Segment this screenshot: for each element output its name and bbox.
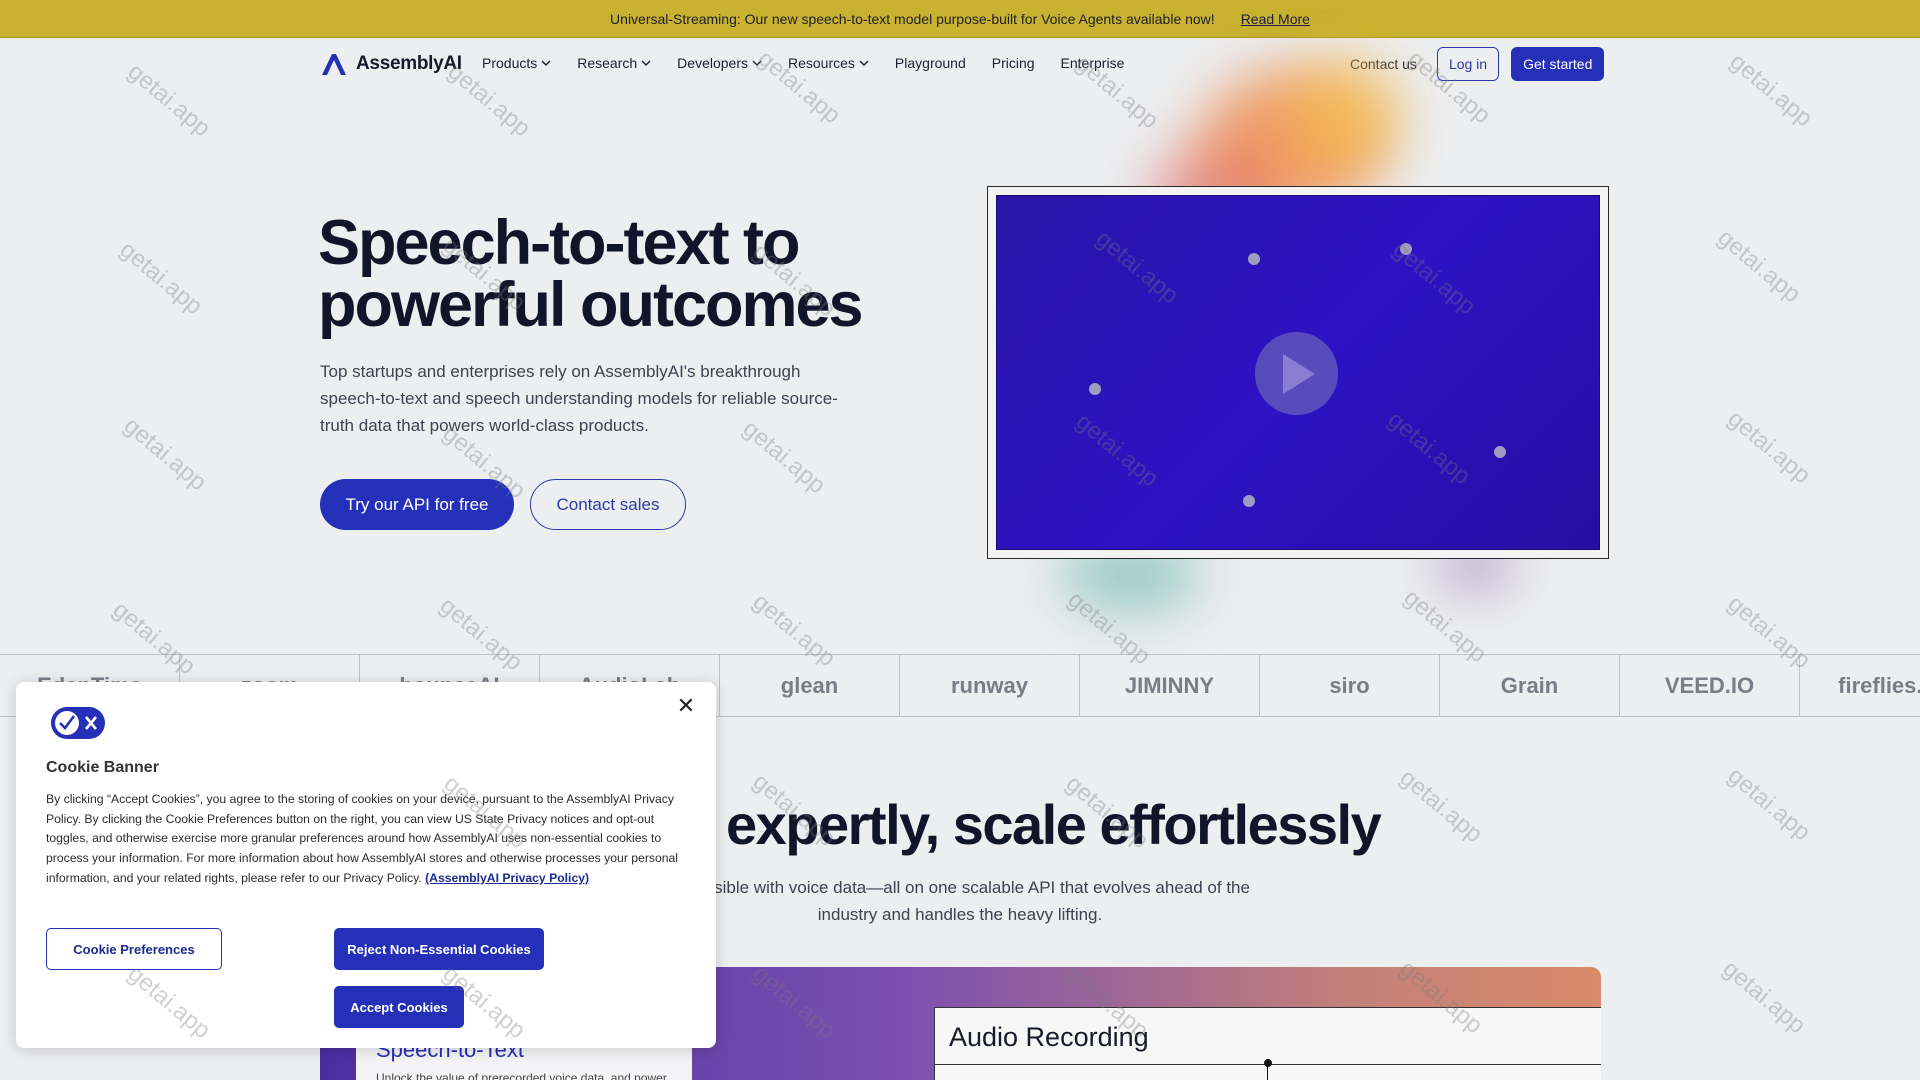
customer-logo: runway	[900, 655, 1080, 716]
watermark: getai.app	[114, 236, 208, 321]
decorative-blob-yellow	[1290, 60, 1400, 170]
close-icon[interactable]: ✕	[674, 694, 698, 718]
hero-title-line1: Speech-to-text to	[318, 208, 801, 278]
video-dot	[1089, 383, 1101, 395]
nav-research-label: Research	[577, 55, 638, 71]
play-button[interactable]	[1255, 332, 1338, 415]
brand-logo[interactable]: AssemblyAI	[320, 52, 462, 76]
brand-name: AssemblyAI	[356, 53, 462, 74]
read-more-link[interactable]: Read More	[1241, 11, 1310, 27]
privacy-toggle-icon	[51, 707, 105, 739]
nav-pricing-label: Pricing	[991, 55, 1035, 71]
chevron-down-icon	[859, 60, 869, 66]
hero-subtitle: Top startups and enterprises rely on Ass…	[320, 362, 838, 435]
cookie-body: By clicking “Accept Cookies”, you agree …	[46, 790, 696, 889]
play-icon	[1282, 353, 1315, 394]
accept-cookies-button[interactable]: Accept Cookies	[334, 986, 464, 1028]
chevron-down-icon	[641, 60, 651, 66]
section-title: expertly, scale effortlessly	[726, 793, 1382, 856]
login-button[interactable]: Log in	[1436, 47, 1500, 81]
nav-enterprise-label: Enterprise	[1060, 55, 1125, 71]
video-dot	[1248, 253, 1260, 265]
nav-playground[interactable]: Playground	[895, 55, 966, 71]
chevron-down-icon	[752, 60, 762, 66]
nav-developers[interactable]: Developers	[677, 55, 762, 71]
nav-pricing[interactable]: Pricing	[992, 55, 1035, 71]
chevron-down-icon	[541, 60, 551, 66]
reject-cookies-button[interactable]: Reject Non-Essential Cookies	[334, 928, 544, 970]
video-dot	[1400, 243, 1412, 255]
audio-recording-title: Audio Recording	[949, 1022, 1149, 1052]
assemblyai-logo-icon	[322, 54, 346, 75]
hero-title-line2: powerful outcomes	[318, 270, 864, 340]
main-nav: Products Research Developers Resources P…	[482, 55, 1150, 71]
watermark: getai.app	[122, 58, 216, 143]
cookie-banner: ✕ Cookie Banner By clicking “Accept Cook…	[16, 682, 716, 1048]
watermark: getai.app	[1724, 48, 1818, 133]
watermark: getai.app	[118, 412, 212, 497]
section-subtitle-line1: ’s possible with voice data—all on one s…	[670, 878, 1250, 897]
hero-title: Speech-to-text to powerful outcomes	[318, 208, 938, 340]
nav-playground-label: Playground	[894, 55, 966, 71]
contact-sales-button[interactable]: Contact sales	[530, 479, 686, 530]
watermark: getai.app	[1722, 405, 1816, 490]
nav-developers-label: Developers	[677, 55, 748, 71]
customer-logo: glean	[720, 655, 900, 716]
try-api-button[interactable]: Try our API for free	[320, 479, 514, 530]
hero-video[interactable]	[996, 195, 1600, 550]
announcement-bar: Universal-Streaming: Our new speech-to-t…	[0, 0, 1920, 38]
nav-products-label: Products	[482, 55, 538, 71]
hero-video-frame	[987, 186, 1609, 559]
nav-actions: Contact us Log in Get started	[1350, 47, 1605, 81]
watermark: getai.app	[1722, 762, 1816, 847]
video-dot	[1243, 495, 1255, 507]
watermark: getai.app	[1394, 764, 1488, 849]
playhead-line	[1267, 1066, 1268, 1080]
nav-research[interactable]: Research	[577, 55, 651, 71]
watermark: getai.app	[1717, 955, 1811, 1040]
customer-logo: siro	[1260, 655, 1440, 716]
nav-resources-label: Resources	[788, 55, 855, 71]
cookie-preferences-button[interactable]: Cookie Preferences	[46, 928, 222, 970]
customer-logo: JIMINNY	[1080, 655, 1260, 716]
video-dot	[1494, 446, 1506, 458]
customer-logo: Grain	[1440, 655, 1620, 716]
watermark: getai.app	[1712, 224, 1806, 309]
playhead-icon[interactable]	[1264, 1059, 1272, 1067]
cookie-title: Cookie Banner	[46, 759, 159, 776]
nav-products[interactable]: Products	[482, 55, 551, 71]
nav-enterprise[interactable]: Enterprise	[1061, 55, 1125, 71]
audio-recording-panel: Audio Recording	[934, 1007, 1601, 1080]
privacy-policy-link[interactable]: (AssemblyAI Privacy Policy)	[425, 871, 589, 885]
section-subtitle-line2: industry and handles the heavy lifting.	[817, 905, 1103, 924]
announcement-text: Universal-Streaming: Our new speech-to-t…	[610, 10, 1215, 27]
get-started-button[interactable]: Get started	[1511, 47, 1605, 81]
customer-logo: VEED.IO	[1620, 655, 1800, 716]
demo-feature-text: Unlock the value of prerecorded voice da…	[376, 1071, 667, 1080]
customer-logo: fireflies.ai	[1800, 655, 1920, 716]
nav-resources[interactable]: Resources	[788, 55, 869, 71]
